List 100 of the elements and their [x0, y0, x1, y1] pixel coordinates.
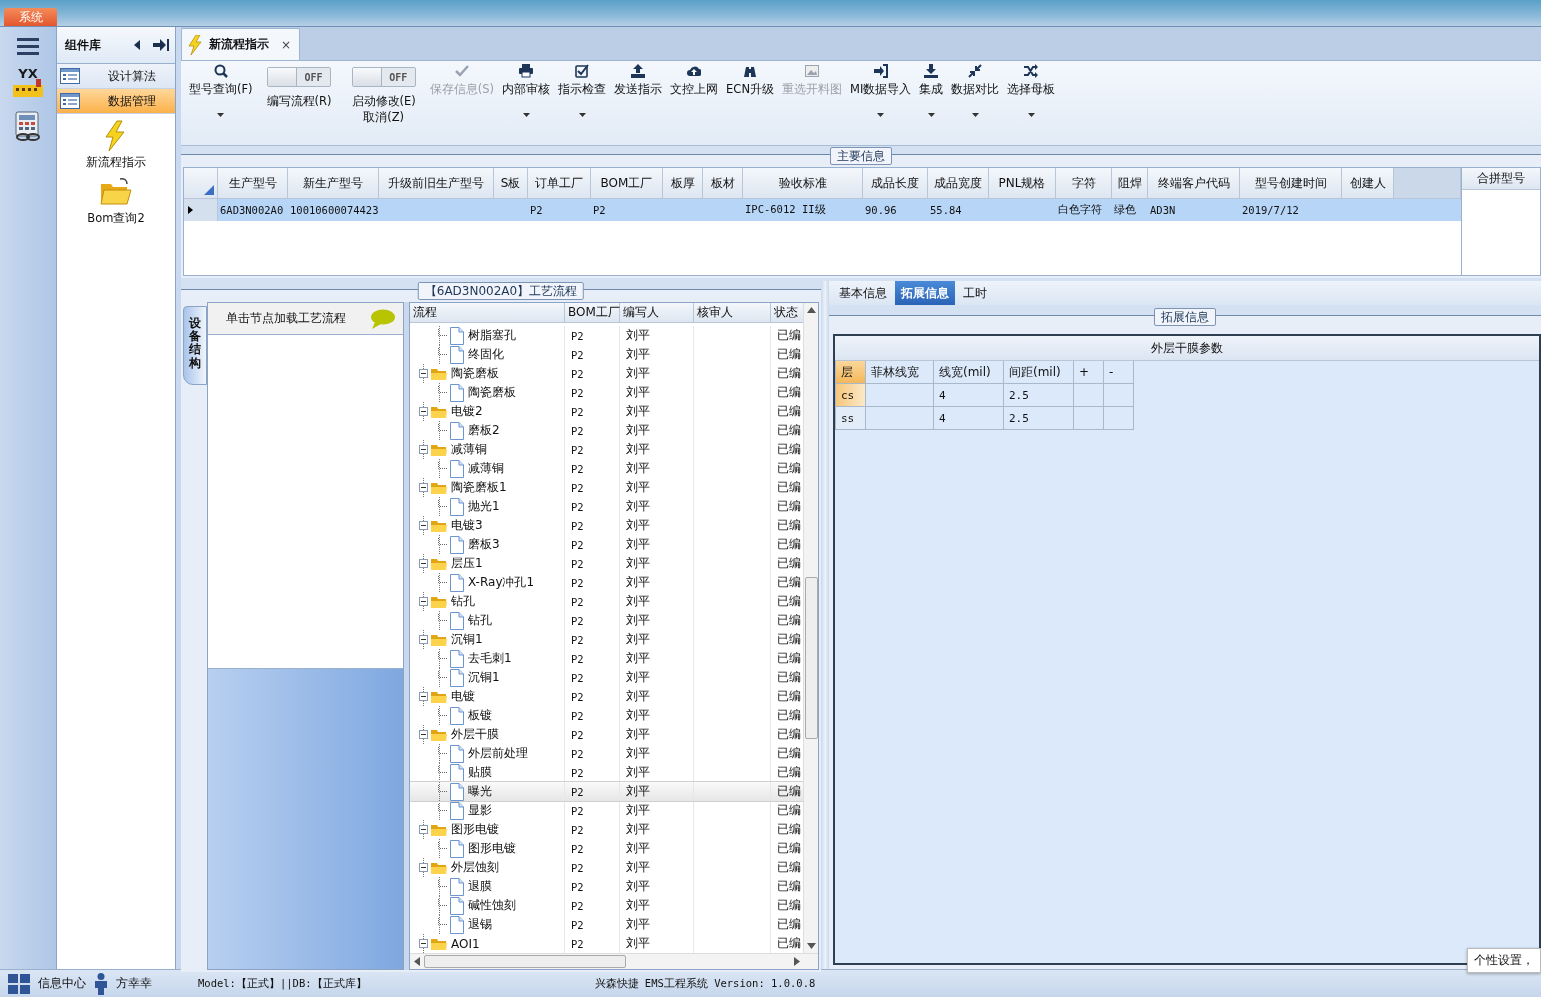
collapse-icon[interactable] — [419, 692, 428, 701]
scroll-up-icon[interactable] — [806, 307, 816, 313]
collapse-left-icon[interactable] — [133, 40, 141, 50]
component-item[interactable]: 数据管理 — [57, 89, 175, 114]
component-tool[interactable]: Bom查询2 — [57, 170, 175, 226]
component-tool[interactable]: 新流程指示 — [57, 114, 175, 170]
table-cell: 刘平 — [620, 668, 694, 687]
document-icon — [450, 915, 464, 934]
toggle-switch[interactable]: OFF — [351, 67, 416, 87]
vertical-tab[interactable]: 设备结构 — [183, 306, 207, 385]
tab[interactable]: 基本信息 — [833, 281, 893, 305]
collapse-icon[interactable] — [419, 597, 428, 606]
column-header[interactable]: 板材 — [703, 168, 743, 199]
collapse-icon[interactable] — [419, 730, 428, 739]
menu-icon[interactable] — [17, 37, 39, 55]
collapse-icon[interactable] — [419, 483, 428, 492]
column-header[interactable]: 终端客户代码 — [1148, 168, 1240, 199]
close-button[interactable]: × — [281, 37, 292, 52]
column-header[interactable]: + — [1074, 361, 1104, 384]
tab[interactable]: 拓展信息 — [895, 281, 955, 305]
toolbar-button[interactable]: 内部审核 — [498, 64, 555, 117]
pin-icon[interactable] — [153, 38, 169, 52]
toolbar-button[interactable]: MI数据导入 — [846, 64, 916, 117]
document-icon — [450, 535, 464, 554]
factory-logo[interactable]: YX — [13, 69, 43, 97]
column-header[interactable]: S板 — [494, 168, 528, 199]
collapse-icon[interactable] — [419, 863, 428, 872]
table-cell: 刘平 — [620, 820, 694, 839]
toggle-switch[interactable]: OFF — [267, 67, 332, 87]
column-header[interactable]: BOM工厂 — [565, 303, 620, 322]
toolbar-button[interactable]: 集成 — [915, 64, 948, 117]
column-header[interactable]: 核审人 — [694, 303, 771, 322]
table-cell: 刘平 — [620, 744, 694, 763]
column-header[interactable]: 验收标准 — [743, 168, 863, 199]
column-header[interactable]: 间距(mil) — [1004, 361, 1074, 384]
toolbar-button[interactable]: 发送指示 — [610, 64, 667, 105]
row-header[interactable]: cs — [836, 384, 866, 407]
column-header[interactable]: 创建人 — [1342, 168, 1394, 199]
collapse-icon[interactable] — [419, 369, 428, 378]
toolbar-button[interactable]: ECN升级 — [722, 64, 778, 105]
column-header[interactable]: 字符 — [1056, 168, 1112, 199]
column-header[interactable]: 层 — [836, 361, 866, 384]
document-icon — [450, 782, 464, 801]
user-name: 方幸幸 — [116, 975, 152, 992]
collapse-icon[interactable] — [419, 559, 428, 568]
column-header[interactable]: 升级前旧生产型号 — [379, 168, 494, 199]
toolbar-button[interactable]: 型号查询(F) — [185, 64, 257, 117]
scroll-left-icon[interactable] — [414, 957, 420, 966]
collapse-icon[interactable] — [419, 407, 428, 416]
collapse-icon[interactable] — [419, 635, 428, 644]
toolbar-button[interactable]: 文控上网 — [666, 64, 723, 105]
collapse-icon[interactable] — [419, 939, 428, 948]
column-header[interactable]: 编写人 — [620, 303, 694, 322]
tree-node-label: 磨板2 — [468, 422, 500, 439]
scroll-right-icon[interactable] — [794, 957, 800, 966]
toolbar-button[interactable]: 指示检查 — [554, 64, 611, 117]
table-cell: 刘平 — [620, 782, 694, 801]
toolbar-button[interactable]: 数据对比 — [947, 64, 1004, 117]
collapse-icon[interactable] — [419, 825, 428, 834]
column-header[interactable]: 板厚 — [663, 168, 703, 199]
vertical-scrollbar[interactable] — [803, 303, 818, 953]
column-header[interactable]: 订单工厂 — [528, 168, 591, 199]
toolbar-button[interactable]: 选择母板 — [1003, 64, 1060, 117]
horizontal-scrollbar[interactable] — [410, 953, 818, 969]
scroll-down-icon[interactable] — [806, 943, 816, 949]
row-selector[interactable] — [184, 199, 218, 221]
collapse-icon[interactable] — [419, 521, 428, 530]
tree-connector-icon — [438, 841, 448, 852]
column-header[interactable]: 成品宽度 — [928, 168, 989, 199]
column-header[interactable]: 生产型号 — [218, 168, 288, 199]
column-header[interactable]: 合拼型号 — [1462, 168, 1540, 190]
column-header[interactable]: PNL规格 — [989, 168, 1056, 199]
column-header[interactable]: 菲林线宽 — [866, 361, 934, 384]
scroll-thumb[interactable] — [804, 577, 818, 739]
column-header[interactable]: - — [1104, 361, 1134, 384]
column-header[interactable]: 成品长度 — [863, 168, 928, 199]
tree-connector-icon — [438, 765, 448, 776]
table-cell: 4 — [934, 384, 1004, 407]
column-header[interactable]: 阻焊 — [1112, 168, 1148, 199]
column-header[interactable]: 流程 — [410, 303, 565, 322]
tiles-icon[interactable] — [8, 973, 30, 994]
document-icon — [450, 744, 464, 763]
tree-row[interactable]: 曝光 P2 刘平 已编 — [410, 782, 803, 801]
document-tab[interactable]: 新流程指示 × — [181, 28, 301, 60]
factory-icon — [13, 79, 43, 97]
row-header[interactable]: ss — [836, 407, 866, 430]
column-header[interactable]: 线宽(mil) — [934, 361, 1004, 384]
column-header[interactable]: 型号创建时间 — [1240, 168, 1342, 199]
collapse-icon[interactable] — [419, 445, 428, 454]
tab[interactable]: 工时 — [957, 281, 993, 305]
column-header[interactable]: BOM工厂 — [591, 168, 663, 199]
tree-node-label: 外层前处理 — [468, 745, 528, 762]
tree-node-label: 陶瓷磨板 — [451, 365, 499, 382]
table-cell: 刘平 — [620, 402, 694, 421]
component-item[interactable]: 设计算法 — [57, 64, 175, 89]
column-header[interactable]: 新生产型号 — [288, 168, 379, 199]
check-icon — [454, 64, 469, 78]
scroll-thumb[interactable] — [424, 955, 626, 968]
calculator-icon[interactable] — [13, 111, 43, 141]
form-icon — [60, 68, 80, 84]
